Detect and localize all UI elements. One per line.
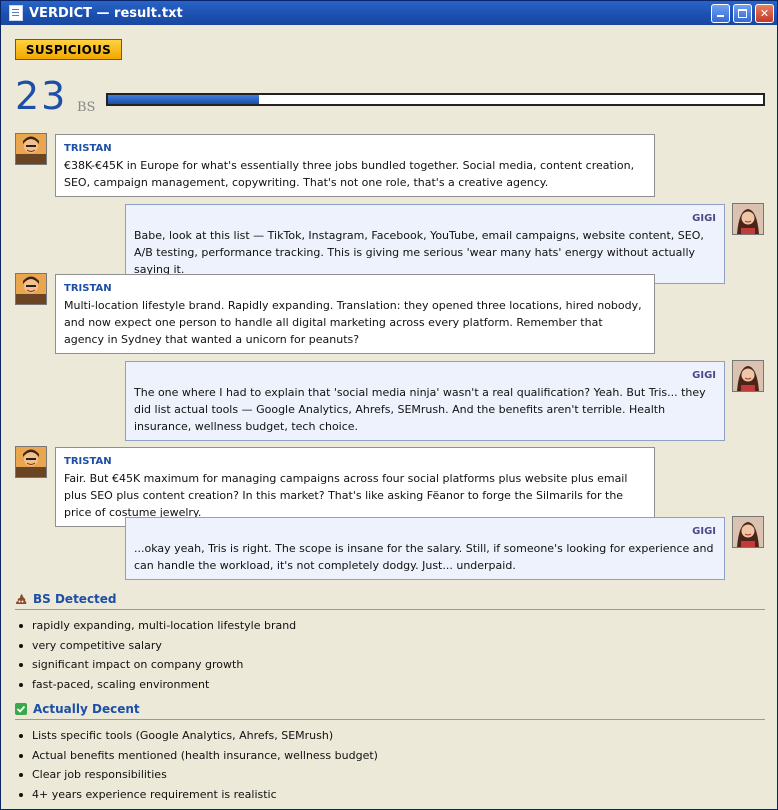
message-text: Multi-location lifestyle brand. Rapidly … <box>64 299 642 346</box>
message-text: €38K-€45K in Europe for what's essential… <box>64 159 635 189</box>
speaker-name: TRISTAN <box>64 456 112 467</box>
gigi-avatar <box>732 516 764 548</box>
actually-decent-section: Actually Decent Lists specific tools (Go… <box>15 702 765 804</box>
minimize-button[interactable] <box>711 3 730 23</box>
verdict-badge: SUSPICIOUS <box>15 39 122 60</box>
message-gigi-2: GIGI The one where I had to explain that… <box>125 361 725 441</box>
tristan-avatar <box>15 133 47 165</box>
speaker-name: TRISTAN <box>64 143 112 154</box>
list-item: Clear job responsibilities <box>15 765 765 785</box>
list-item: Lists specific tools (Google Analytics, … <box>15 726 765 746</box>
maximize-button[interactable] <box>733 3 752 23</box>
minimize-icon <box>717 15 724 17</box>
message-text: Babe, look at this list — TikTok, Instag… <box>134 229 704 276</box>
close-icon: ✕ <box>759 6 770 20</box>
bs-detected-title: BS Detected <box>33 592 117 606</box>
check-icon <box>15 703 27 715</box>
message-tristan-1: TRISTAN €38K-€45K in Europe for what's e… <box>55 134 655 197</box>
result-content: SUSPICIOUS 23 BS TRISTAN €38K-€45K in Eu… <box>1 26 777 809</box>
actually-decent-title: Actually Decent <box>33 702 140 716</box>
actually-decent-list: Lists specific tools (Google Analytics, … <box>15 726 765 804</box>
message-gigi-3: GIGI ...okay yeah, Tris is right. The sc… <box>125 517 725 580</box>
notepad-icon <box>9 5 23 21</box>
message-text: The one where I had to explain that 'soc… <box>134 386 706 433</box>
speaker-name: GIGI <box>692 526 716 537</box>
verdict-window: VERDICT — result.txt ✕ SUSPICIOUS 23 BS … <box>0 0 778 810</box>
gigi-avatar <box>732 360 764 392</box>
speaker-name: GIGI <box>692 370 716 381</box>
list-item: very competitive salary <box>15 636 765 656</box>
bs-meter <box>106 93 765 106</box>
speaker-name: TRISTAN <box>64 283 112 294</box>
tristan-avatar <box>15 446 47 478</box>
message-text: Fair. But €45K maximum for managing camp… <box>64 472 628 519</box>
poop-icon <box>15 593 27 605</box>
window-title: VERDICT — result.txt <box>29 5 183 21</box>
bs-score: 23 <box>15 74 68 118</box>
message-gigi-1: GIGI Babe, look at this list — TikTok, I… <box>125 204 725 284</box>
gigi-avatar <box>732 203 764 235</box>
message-tristan-2: TRISTAN Multi-location lifestyle brand. … <box>55 274 655 354</box>
list-item: fast-paced, scaling environment <box>15 675 765 695</box>
bs-detected-section: BS Detected rapidly expanding, multi-loc… <box>15 592 765 694</box>
bs-meter-fill <box>108 95 259 104</box>
list-item: significant impact on company growth <box>15 655 765 675</box>
bs-score-unit: BS <box>77 100 96 115</box>
maximize-icon <box>738 8 747 18</box>
actually-decent-heading: Actually Decent <box>15 702 765 720</box>
speaker-name: GIGI <box>692 213 716 224</box>
bs-detected-heading: BS Detected <box>15 592 765 610</box>
message-tristan-3: TRISTAN Fair. But €45K maximum for manag… <box>55 447 655 527</box>
list-item: 4+ years experience requirement is reali… <box>15 785 765 805</box>
message-text: ...okay yeah, Tris is right. The scope i… <box>134 542 714 572</box>
bs-detected-list: rapidly expanding, multi-location lifest… <box>15 616 765 694</box>
list-item: rapidly expanding, multi-location lifest… <box>15 616 765 636</box>
title-bar[interactable]: VERDICT — result.txt ✕ <box>1 1 777 25</box>
tristan-avatar <box>15 273 47 305</box>
list-item: Actual benefits mentioned (health insura… <box>15 746 765 766</box>
close-button[interactable]: ✕ <box>755 3 774 23</box>
